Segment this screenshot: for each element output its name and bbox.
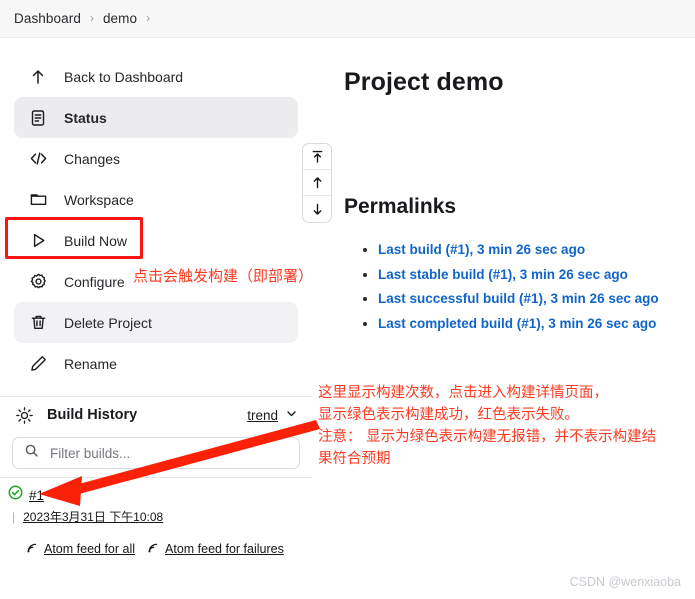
filter-builds-box[interactable]: [12, 437, 300, 469]
atom-feed-for-failures[interactable]: Atom feed for failures: [147, 541, 284, 557]
sidebar-item-label: Changes: [64, 150, 121, 167]
annotation-line-2: 显示绿色表示构建成功，红色表示失败。: [318, 407, 579, 423]
rss-icon: [147, 541, 160, 557]
watermark: CSDN @wenxiaoba: [569, 575, 681, 589]
build-history-title: Build History: [47, 407, 138, 423]
sun-icon: [14, 405, 34, 425]
folder-icon: [28, 190, 48, 210]
sidebar-item-label: Delete Project: [64, 314, 152, 331]
list-item: Last stable build (#1), 3 min 26 sec ago: [378, 266, 695, 284]
chevron-right-icon: ›: [89, 10, 94, 25]
filter-builds-wrap: [0, 431, 312, 477]
trend-dropdown[interactable]: trend: [247, 407, 298, 423]
atom-feed-label: Atom feed for all: [44, 542, 136, 556]
permalink-last-build[interactable]: Last build (#1), 3 min 26 sec ago: [378, 242, 585, 257]
permalink-last-completed-build[interactable]: Last completed build (#1), 3 min 26 sec …: [378, 316, 656, 331]
breadcrumb-item-demo[interactable]: demo: [103, 11, 137, 26]
chevron-down-icon: [285, 407, 298, 423]
sidebar-item-label: Status: [64, 109, 107, 126]
code-icon: [28, 149, 48, 169]
arrow-up-icon: [28, 67, 48, 87]
sidebar-item-changes[interactable]: Changes: [14, 138, 298, 179]
page-body: Back to Dashboard Status Changes Workspa…: [0, 38, 695, 599]
sidebar-item-label: Build Now: [64, 232, 128, 249]
pencil-icon: [28, 354, 48, 374]
list-item: Last completed build (#1), 3 min 26 sec …: [378, 315, 695, 333]
tree-line: |: [12, 509, 16, 524]
build-date-link[interactable]: 2023年3月31日 下午10:08: [23, 508, 163, 525]
build-history-list: #1 | 2023年3月31日 下午10:08 Atom feed for al…: [0, 477, 312, 557]
list-item[interactable]: #1 | 2023年3月31日 下午10:08: [0, 478, 312, 529]
atom-feed-for-all[interactable]: Atom feed for all: [26, 541, 135, 557]
breadcrumb-item-dashboard[interactable]: Dashboard: [14, 11, 81, 26]
sidebar-item-build-now[interactable]: Build Now: [5, 217, 298, 261]
page-title: Project demo: [344, 68, 504, 96]
list-item: Last build (#1), 3 min 26 sec ago: [378, 241, 695, 259]
jenkins-project-page: Dashboard › demo › Back to Dashboard Sta…: [0, 0, 695, 599]
sidebar-item-label: Back to Dashboard: [64, 68, 184, 85]
sidebar-item-delete-project[interactable]: Delete Project: [14, 302, 298, 343]
sidebar-item-status[interactable]: Status: [14, 97, 298, 138]
permalinks-list: Last build (#1), 3 min 26 sec ago Last s…: [330, 241, 695, 333]
scroll-up-button[interactable]: [303, 170, 331, 196]
sidebar-item-back-to-dashboard[interactable]: Back to Dashboard: [14, 56, 298, 97]
sidebar-item-rename[interactable]: Rename: [14, 343, 298, 384]
sidebar-item-label: Configure: [64, 273, 125, 290]
annotation-build-now: 点击会触发构建（即部署）: [133, 267, 314, 285]
annotation-line-4: 果符合预期: [318, 451, 391, 467]
build-history-scroll-buttons: [302, 143, 332, 223]
annotation-line-3: 注意： 显示为绿色表示构建无报错，并不表示构建结: [318, 429, 657, 445]
play-icon: [28, 231, 48, 251]
permalinks-heading: Permalinks: [344, 195, 457, 218]
sidebar-nav: Back to Dashboard Status Changes Workspa…: [0, 56, 312, 384]
main-content: Project demo Permalinks Last build (#1),…: [312, 38, 695, 599]
annotation-line-1: 这里显示构建次数，点击进入构建详情页面，: [318, 385, 608, 401]
annotation-build-history: 这里显示构建次数，点击进入构建详情页面， 显示绿色表示构建成功，红色表示失败。 …: [318, 382, 656, 470]
trash-icon: [28, 313, 48, 333]
breadcrumb: Dashboard › demo ›: [0, 0, 695, 38]
trend-label: trend: [247, 407, 278, 423]
search-input[interactable]: [48, 444, 288, 462]
sidebar-item-label: Rename: [64, 355, 117, 372]
gear-icon: [28, 272, 48, 292]
document-icon: [28, 108, 48, 128]
build-history-header: Build History trend: [0, 397, 312, 431]
sidebar-item-label: Workspace: [64, 191, 134, 208]
permalink-last-successful-build[interactable]: Last successful build (#1), 3 min 26 sec…: [378, 291, 659, 306]
list-item: Last successful build (#1), 3 min 26 sec…: [378, 290, 695, 308]
chevron-right-icon: ›: [146, 10, 151, 25]
sidebar-item-workspace[interactable]: Workspace: [14, 179, 298, 220]
permalink-last-stable-build[interactable]: Last stable build (#1), 3 min 26 sec ago: [378, 267, 628, 282]
scroll-to-top-button[interactable]: [303, 144, 331, 170]
atom-feeds: Atom feed for all Atom feed for failures: [0, 529, 312, 557]
rss-icon: [26, 541, 39, 557]
atom-feed-label: Atom feed for failures: [165, 542, 284, 556]
build-number-link[interactable]: #1: [29, 488, 44, 503]
sidebar: Back to Dashboard Status Changes Workspa…: [0, 38, 332, 599]
search-icon: [24, 443, 39, 463]
scroll-down-button[interactable]: [303, 196, 331, 222]
check-circle-icon: [8, 485, 23, 505]
